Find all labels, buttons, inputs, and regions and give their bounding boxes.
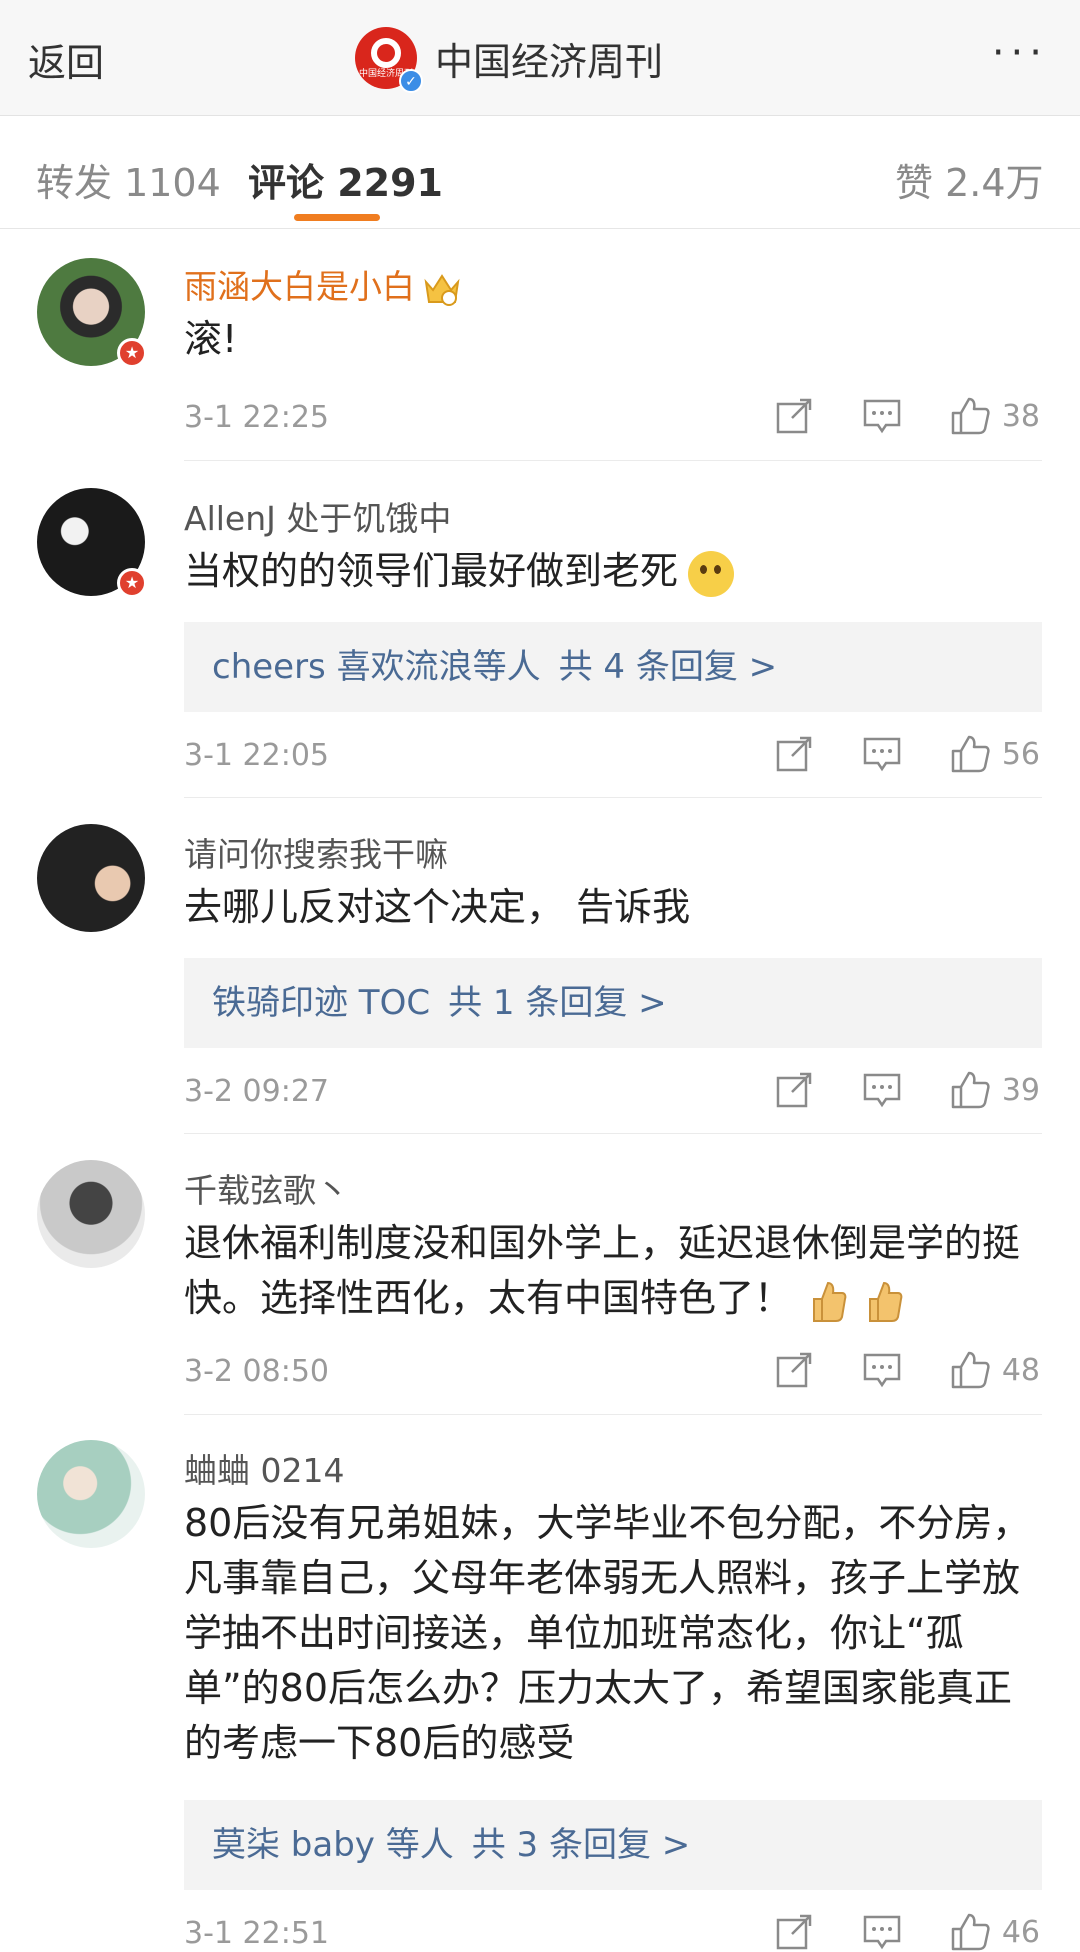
reply-preview[interactable]: cheers 喜欢流浪等人共 4 条回复 > <box>184 622 1042 712</box>
back-button[interactable]: 返回 <box>28 32 104 87</box>
account-title[interactable]: 中国经济周刊 ✓ 中国经济周刊 <box>355 24 664 93</box>
like-icon[interactable] <box>950 1350 990 1390</box>
comment-text: 去哪儿反对这个决定， 告诉我 <box>184 885 691 929</box>
avatar[interactable]: ★ <box>37 488 147 598</box>
like-icon[interactable] <box>950 1912 990 1952</box>
reply-count: 共 3 条回复 > <box>471 1825 691 1865</box>
page-title: 中国经济周刊 <box>435 39 664 84</box>
comment-icon[interactable] <box>862 734 902 774</box>
reply-preview[interactable]: 莫柒 baby 等人共 3 条回复 > <box>184 1800 1042 1890</box>
reply-users: 铁骑印迹 TOC <box>212 983 431 1023</box>
comment-text: 当权的的领导们最好做到老死 <box>184 544 1044 599</box>
like-icon[interactable] <box>950 734 990 774</box>
comment-actions: 39 <box>726 1070 1040 1110</box>
comment-time: 3-2 08:50 <box>184 1354 329 1389</box>
comment-text: 滚! <box>184 317 238 361</box>
share-icon[interactable] <box>774 396 814 436</box>
comment-actions: 38 <box>726 396 1040 436</box>
top-nav-bar: 返回 中国经济周刊 ✓ 中国经济周刊 ··· <box>0 0 1080 116</box>
avatar[interactable] <box>37 1440 145 1548</box>
reply-count: 共 4 条回复 > <box>558 647 778 687</box>
vip-badge-icon: ★ <box>117 568 147 598</box>
tab-bar: 转发 1104 评论 2291 赞 2.4万 <box>0 116 1080 229</box>
reply-users: cheers 喜欢流浪等人 <box>212 647 541 687</box>
comment-actions: 46 <box>726 1912 1040 1952</box>
reply-users: 莫柒 baby 等人 <box>212 1825 454 1865</box>
comment-time: 3-1 22:25 <box>184 400 329 435</box>
comment-time: 3-1 22:51 <box>184 1916 329 1951</box>
comment-time: 3-1 22:05 <box>184 738 329 773</box>
comment-icon[interactable] <box>862 1350 902 1390</box>
tab-likes[interactable]: 赞 2.4万 <box>895 152 1044 207</box>
comment-author[interactable]: 雨涵大白是小白 <box>184 260 461 308</box>
vip-badge-icon: ★ <box>117 338 147 368</box>
thumbs-up-emoji-icon <box>869 1281 903 1322</box>
tab-repost[interactable]: 转发 1104 <box>36 152 221 207</box>
comment-icon[interactable] <box>862 1070 902 1110</box>
comment-actions: 48 <box>726 1350 1040 1390</box>
like-count: 46 <box>1001 1914 1040 1950</box>
reply-count: 共 1 条回复 > <box>448 983 667 1023</box>
share-icon[interactable] <box>774 1912 814 1952</box>
comment-actions: 56 <box>726 734 1040 774</box>
reply-preview[interactable]: 铁骑印迹 TOC 共 1 条回复 > <box>184 958 1042 1048</box>
thinking-emoji-icon <box>688 550 735 597</box>
like-icon[interactable] <box>950 1070 990 1110</box>
share-icon[interactable] <box>774 1350 814 1390</box>
tab-active-indicator <box>294 214 380 221</box>
avatar[interactable] <box>37 824 145 932</box>
comment-author[interactable]: 请问你搜索我干嘛 <box>184 828 448 876</box>
thumbs-up-emoji-icon <box>813 1281 847 1322</box>
avatar[interactable] <box>37 1160 145 1268</box>
avatar[interactable]: ★ <box>37 258 147 368</box>
more-icon[interactable]: ··· <box>992 30 1048 76</box>
comment-icon[interactable] <box>862 1912 902 1952</box>
comment-text: 退休福利制度没和国外学上，延迟退休倒是学的挺快。选择性西化，太有中国特色了！ <box>184 1216 1044 1326</box>
comment-text: 80后没有兄弟姐妹，大学毕业不包分配，不分房，凡事靠自己，父母年老体弱无人照料，… <box>184 1501 1031 1765</box>
share-icon[interactable] <box>774 1070 814 1110</box>
like-count: 38 <box>1001 398 1040 434</box>
verified-icon: ✓ <box>399 69 423 93</box>
like-count: 48 <box>1001 1352 1040 1388</box>
share-icon[interactable] <box>774 734 814 774</box>
comment-time: 3-2 09:27 <box>184 1074 329 1109</box>
comment-icon[interactable] <box>862 396 902 436</box>
comment-author[interactable]: AllenJ 处于饥饿中 <box>184 492 451 540</box>
account-logo: 中国经济周刊 ✓ <box>355 27 423 93</box>
like-count: 39 <box>1001 1072 1040 1108</box>
comment-author[interactable]: 蛐蛐 0214 <box>184 1444 344 1492</box>
like-icon[interactable] <box>950 396 990 436</box>
like-count: 56 <box>1001 736 1040 772</box>
crown-icon <box>424 273 460 306</box>
tab-comments[interactable]: 评论 2291 <box>248 152 443 207</box>
comment-author[interactable]: 千载弦歌丶 <box>184 1164 349 1212</box>
